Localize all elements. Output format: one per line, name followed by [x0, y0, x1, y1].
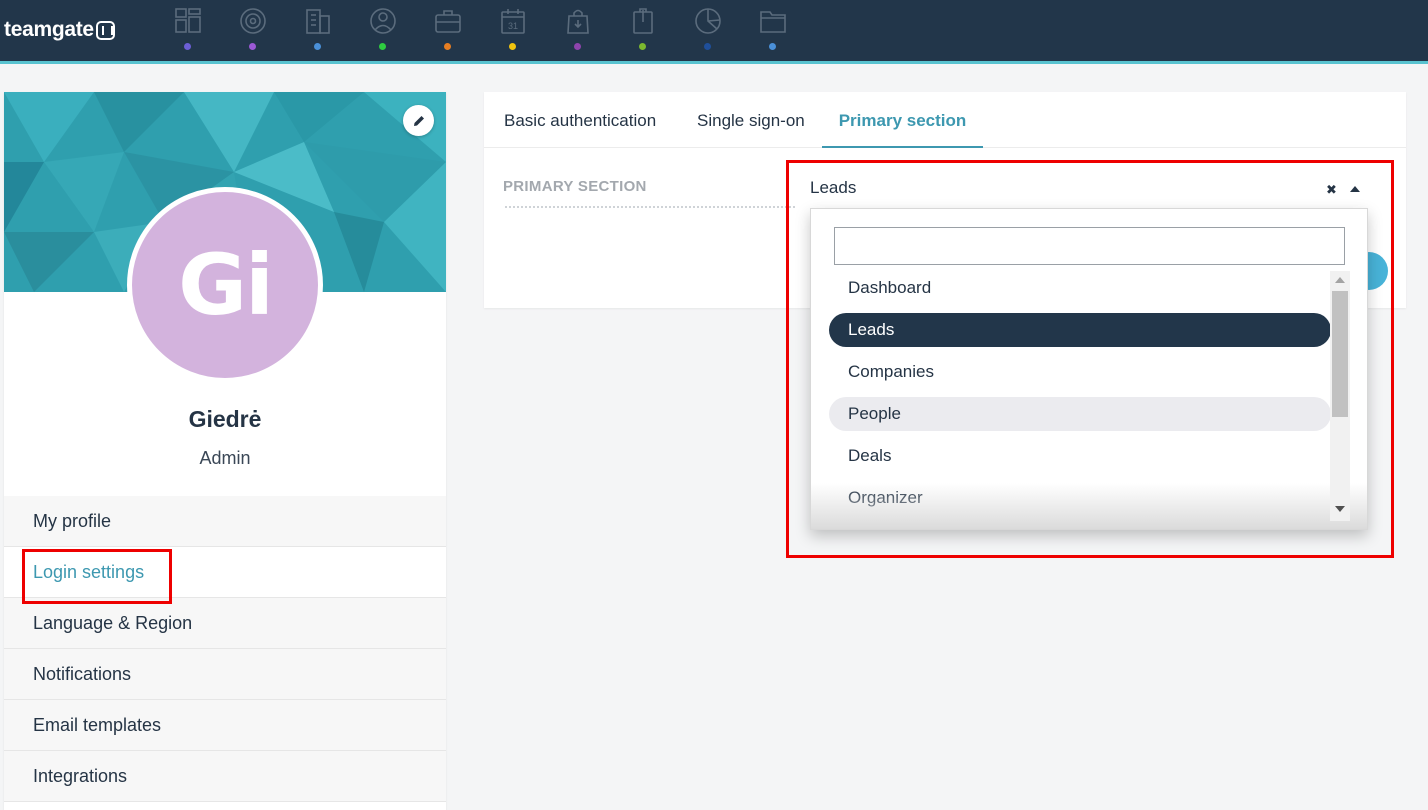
- nav-dot: [249, 43, 256, 50]
- option-companies[interactable]: Companies: [829, 355, 1331, 389]
- companies-icon: [306, 9, 330, 34]
- menu-item-login-settings[interactable]: Login settings: [4, 547, 446, 598]
- clear-icon[interactable]: ✖: [1326, 182, 1337, 198]
- nav-documents[interactable]: [621, 4, 665, 56]
- scroll-down-icon[interactable]: [1335, 506, 1345, 512]
- nav-people[interactable]: [361, 4, 405, 56]
- top-navigation-bar: teamgate 31: [0, 0, 1428, 64]
- settings-tabs: Basic authentication Single sign-on Prim…: [484, 92, 1406, 148]
- nav-reports[interactable]: [686, 4, 730, 56]
- calendar-icon: 31: [501, 9, 525, 34]
- nav-dot: [184, 43, 191, 50]
- option-deals[interactable]: Deals: [829, 439, 1331, 473]
- scroll-up-icon[interactable]: [1335, 277, 1345, 283]
- nav-products[interactable]: [556, 4, 600, 56]
- nav-dot: [639, 43, 646, 50]
- dropdown-search-input[interactable]: [834, 227, 1345, 265]
- menu-item-email-templates[interactable]: Email templates: [4, 700, 446, 751]
- chevron-up-icon[interactable]: [1350, 186, 1360, 192]
- option-list: Dashboard Leads Companies People Deals O…: [829, 271, 1331, 523]
- avatar[interactable]: Gi: [127, 187, 323, 383]
- settings-menu: My profile Login settings Language & Reg…: [4, 496, 446, 802]
- dotted-divider: [505, 206, 795, 208]
- select-dropdown: Dashboard Leads Companies People Deals O…: [810, 208, 1368, 530]
- nav-dot: [769, 43, 776, 50]
- nav-dashboard[interactable]: [166, 4, 210, 56]
- dashboard-icon: [175, 8, 201, 33]
- nav-calendar[interactable]: 31: [491, 4, 535, 56]
- logo-text: teamgate: [4, 18, 94, 41]
- menu-item-language-region[interactable]: Language & Region: [4, 598, 446, 649]
- dropdown-scrollbar[interactable]: [1330, 271, 1350, 521]
- calendar-date-label: 31: [508, 21, 518, 31]
- select-value: Leads: [810, 178, 857, 197]
- edit-cover-button[interactable]: [403, 105, 434, 136]
- menu-item-my-profile[interactable]: My profile: [4, 496, 446, 547]
- nav-files[interactable]: [751, 4, 795, 56]
- nav-dot: [509, 43, 516, 50]
- nav-dot: [574, 43, 581, 50]
- menu-item-integrations[interactable]: Integrations: [4, 751, 446, 802]
- user-role: Admin: [199, 448, 251, 468]
- option-organizer[interactable]: Organizer: [829, 481, 1331, 515]
- clipboard-icon: [633, 8, 653, 34]
- option-leads[interactable]: Leads: [829, 313, 1331, 347]
- avatar-initials: Gi: [178, 236, 274, 334]
- pencil-icon: [413, 115, 424, 126]
- nav-leads[interactable]: [231, 4, 275, 56]
- pie-chart-icon: [695, 8, 721, 34]
- primary-section-label: PRIMARY SECTION: [503, 178, 647, 195]
- target-icon: [240, 8, 266, 34]
- briefcase-icon: [435, 10, 461, 33]
- person-icon: [370, 8, 396, 34]
- tab-basic-authentication[interactable]: Basic authentication: [504, 92, 656, 148]
- menu-item-notifications[interactable]: Notifications: [4, 649, 446, 700]
- shopping-bag-icon: [567, 9, 589, 34]
- scrollbar-thumb[interactable]: [1332, 291, 1348, 417]
- primary-section-select[interactable]: Leads ✖: [810, 172, 1368, 206]
- option-dashboard[interactable]: Dashboard: [829, 271, 1331, 305]
- nav-dot: [314, 43, 321, 50]
- nav-dot: [379, 43, 386, 50]
- nav-deals[interactable]: [426, 4, 470, 56]
- nav-companies[interactable]: [296, 4, 340, 56]
- user-name: Giedrė: [188, 406, 262, 432]
- folder-icon: [760, 11, 786, 33]
- nav-dot: [704, 43, 711, 50]
- logo-hand-icon: [95, 20, 115, 40]
- tab-primary-section[interactable]: Primary section: [822, 92, 983, 148]
- nav-dot: [444, 43, 451, 50]
- teamgate-logo[interactable]: teamgate: [4, 17, 115, 43]
- tab-single-sign-on[interactable]: Single sign-on: [697, 92, 805, 148]
- profile-card: Gi Giedrė Admin My profile Login setting…: [4, 92, 446, 810]
- option-people[interactable]: People: [829, 397, 1331, 431]
